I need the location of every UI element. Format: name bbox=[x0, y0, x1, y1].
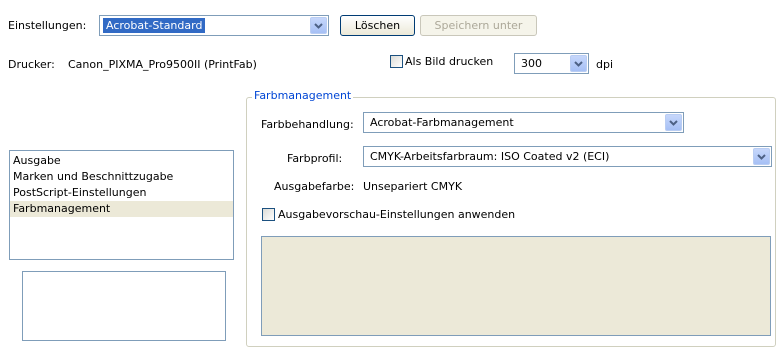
category-list[interactable]: Ausgabe Marken und Beschnittzugabe PostScr… bbox=[9, 150, 234, 260]
dpi-dropdown[interactable]: 300 bbox=[514, 53, 589, 74]
chevron-down-icon[interactable] bbox=[570, 55, 587, 72]
save-as-button[interactable]: Speichern unter bbox=[420, 15, 537, 36]
output-color-label: Ausgabefarbe: bbox=[274, 180, 355, 193]
color-handling-value: Acrobat-Farbmanagement bbox=[370, 116, 514, 129]
chevron-down-icon[interactable] bbox=[310, 17, 327, 34]
delete-button[interactable]: Löschen bbox=[340, 15, 415, 36]
chevron-down-icon[interactable] bbox=[753, 148, 770, 165]
print-as-image-checkbox[interactable] bbox=[390, 55, 403, 68]
color-management-title: Farbmanagement bbox=[252, 89, 354, 103]
settings-dropdown[interactable]: Acrobat-Standard bbox=[99, 15, 329, 36]
settings-value: Acrobat-Standard bbox=[103, 18, 206, 33]
output-preview-panel bbox=[261, 236, 771, 336]
printer-label: Drucker: bbox=[8, 58, 55, 71]
color-profile-label: Farbprofil: bbox=[287, 152, 343, 165]
settings-label: Einstellungen: bbox=[8, 19, 87, 32]
output-color-value: Unsepariert CMYK bbox=[363, 180, 463, 193]
dpi-unit: dpi bbox=[596, 58, 614, 71]
category-item[interactable]: Marken und Beschnittzugabe bbox=[10, 169, 233, 185]
color-handling-dropdown[interactable]: Acrobat-Farbmanagement bbox=[363, 112, 684, 133]
print-as-image-label[interactable]: Als Bild drucken bbox=[405, 55, 493, 69]
apply-preview-label[interactable]: Ausgabevorschau-Einstellungen anwenden bbox=[278, 208, 515, 222]
page-preview-box bbox=[22, 271, 226, 341]
color-profile-dropdown[interactable]: CMYK-Arbeitsfarbraum: ISO Coated v2 (ECI… bbox=[363, 146, 772, 167]
color-handling-label: Farbbehandlung: bbox=[261, 118, 354, 131]
category-item[interactable]: Ausgabe bbox=[10, 153, 233, 169]
color-profile-value: CMYK-Arbeitsfarbraum: ISO Coated v2 (ECI… bbox=[370, 150, 610, 163]
category-item[interactable]: Farbmanagement bbox=[10, 201, 233, 217]
chevron-down-icon[interactable] bbox=[665, 114, 682, 131]
printer-name: Canon_PIXMA_Pro9500II (PrintFab) bbox=[68, 58, 257, 71]
category-item[interactable]: PostScript-Einstellungen bbox=[10, 185, 233, 201]
apply-preview-checkbox[interactable] bbox=[262, 208, 275, 221]
dpi-value: 300 bbox=[521, 57, 542, 70]
